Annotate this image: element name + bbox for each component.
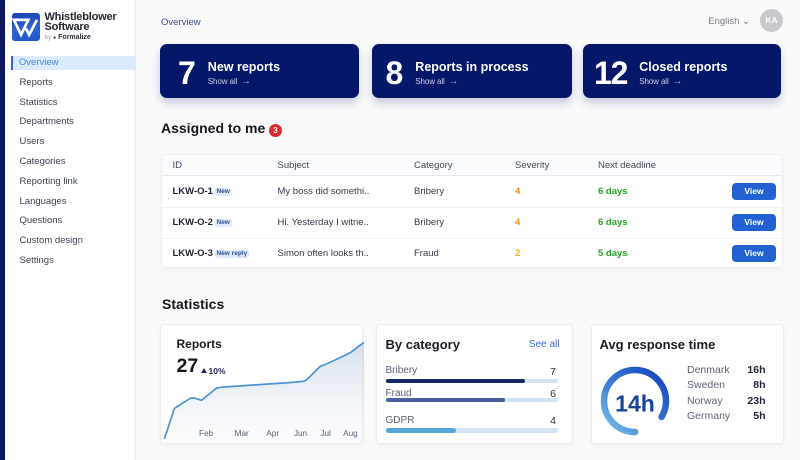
svg-text:Mar: Mar — [235, 429, 249, 438]
svg-text:Jul: Jul — [320, 429, 331, 438]
svg-text:Aug: Aug — [343, 429, 358, 438]
svg-text:Feb: Feb — [199, 429, 214, 438]
svg-text:14h: 14h — [615, 390, 655, 416]
svg-text:Jun: Jun — [294, 429, 308, 438]
svg-text:Apr: Apr — [266, 429, 279, 438]
